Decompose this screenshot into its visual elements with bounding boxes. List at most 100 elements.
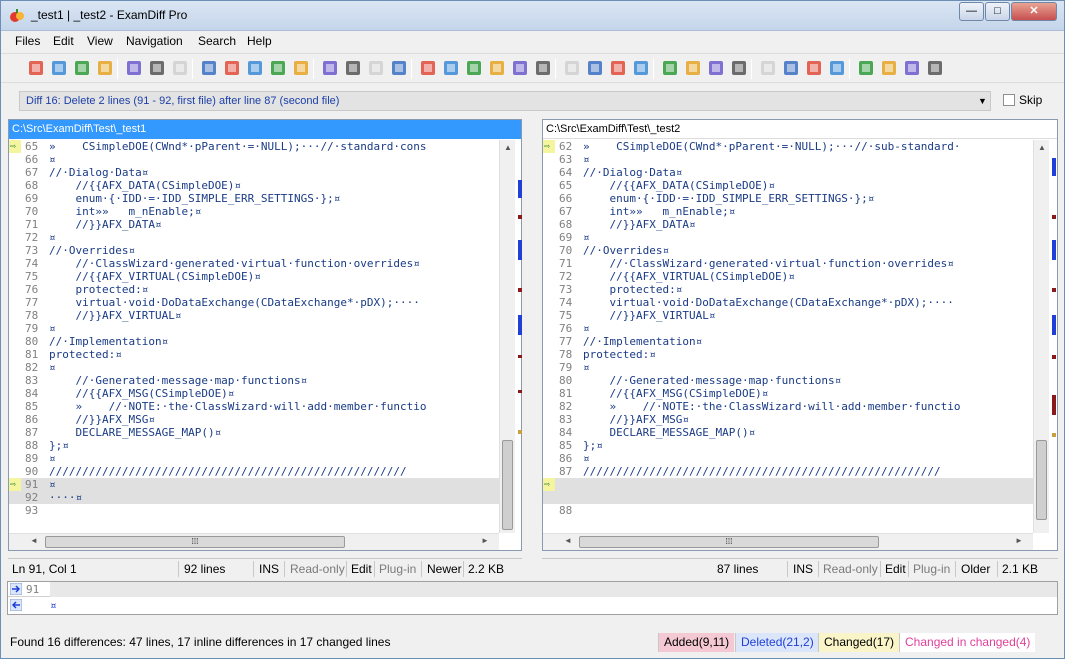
right-readonly-status[interactable]: Read-only: [823, 562, 878, 576]
code-line[interactable]: ⇨ 65 » CSimpleDOE(CWnd*·pParent·=·NULL);··…: [9, 140, 499, 153]
diff-marker-arrow-icon[interactable]: ⇨: [9, 478, 21, 491]
diff-marker-arrow-icon[interactable]: ⇨: [543, 140, 555, 153]
code-line[interactable]: 63 ¤: [543, 153, 1033, 166]
word-wrap-icon[interactable]: [759, 59, 777, 77]
save-right-icon[interactable]: [148, 59, 166, 77]
save-all-icon[interactable]: [171, 59, 189, 77]
code-line[interactable]: 69 enum·{·IDD·=·IDD_SIMPLE_ERR_SETTINGS·…: [9, 192, 499, 205]
diff-dropdown-button[interactable]: ▼: [975, 92, 990, 110]
code-line[interactable]: 82 ¤: [9, 361, 499, 374]
code-line[interactable]: 89 ¤: [9, 452, 499, 465]
report-icon[interactable]: [857, 59, 875, 77]
settings-icon[interactable]: [805, 59, 823, 77]
code-line[interactable]: 73 //·Overrides¤: [9, 244, 499, 257]
plugins-icon[interactable]: [782, 59, 800, 77]
code-line[interactable]: 76 protected:¤: [9, 283, 499, 296]
right-plugin-status[interactable]: Plug-in: [913, 562, 950, 576]
menu-help[interactable]: Help: [247, 34, 272, 48]
code-line[interactable]: 74 //·ClassWizard·generated·virtual·func…: [9, 257, 499, 270]
sync-scroll-icon[interactable]: [563, 59, 581, 77]
code-line[interactable]: 64 //·Dialog·Data¤: [543, 166, 1033, 179]
maximize-button[interactable]: □: [985, 2, 1010, 21]
right-diff-overview[interactable]: [1052, 140, 1056, 533]
code-line[interactable]: 90 //////////////////////////////////////…: [9, 465, 499, 478]
code-line[interactable]: 72 //{{AFX_VIRTUAL(CSimpleDOE)¤: [543, 270, 1033, 283]
print-icon[interactable]: [269, 59, 287, 77]
code-line[interactable]: 87 DECLARE_MESSAGE_MAP()¤: [9, 426, 499, 439]
side-by-side-icon[interactable]: [488, 59, 506, 77]
code-line[interactable]: 74 virtual·void·DoDataExchange(CDataExch…: [543, 296, 1033, 309]
prev-arrow-icon[interactable]: [390, 59, 408, 77]
code-line[interactable]: 72 ¤: [9, 231, 499, 244]
code-line[interactable]: 66 ¤: [9, 153, 499, 166]
first-diff-icon[interactable]: [586, 59, 604, 77]
code-line[interactable]: 84 DECLARE_MESSAGE_MAP()¤: [543, 426, 1033, 439]
code-line[interactable]: 70 //·Overrides¤: [543, 244, 1033, 257]
code-line[interactable]: 83 //}}AFX_MSG¤: [543, 413, 1033, 426]
code-line[interactable]: 82 » //·NOTE:·the·ClassWizard·will·add·m…: [543, 400, 1033, 413]
export-icon[interactable]: [880, 59, 898, 77]
edit-left-icon[interactable]: [200, 59, 218, 77]
filter-icon[interactable]: [534, 59, 552, 77]
code-line[interactable]: 80 //·Generated·message·map·functions¤: [543, 374, 1033, 387]
right-file-pane[interactable]: C:\Src\ExamDiff\Test\_test2 ⇨ 62 » CSimple…: [542, 119, 1058, 551]
compare-icon[interactable]: [828, 59, 846, 77]
code-line[interactable]: 67 //·Dialog·Data¤: [9, 166, 499, 179]
code-line[interactable]: 92 ····¤: [9, 491, 499, 504]
code-line[interactable]: 79 ¤: [9, 322, 499, 335]
next-arrow-icon[interactable]: [367, 59, 385, 77]
code-line[interactable]: ⇨ 62 » CSimpleDOE(CWnd*·pParent·=·NULL);··…: [543, 140, 1033, 153]
code-line[interactable]: 71 //}}AFX_DATA¤: [9, 218, 499, 231]
close-button[interactable]: ✕: [1011, 2, 1057, 21]
menu-search[interactable]: Search: [198, 34, 236, 48]
highlight-icon[interactable]: [246, 59, 264, 77]
menu-edit[interactable]: Edit: [53, 34, 74, 48]
find-icon[interactable]: [661, 59, 679, 77]
code-line[interactable]: 78 protected:¤: [543, 348, 1033, 361]
code-line[interactable]: 80 //·Implementation¤: [9, 335, 499, 348]
code-line[interactable]: 75 //{{AFX_VIRTUAL(CSimpleDOE)¤: [9, 270, 499, 283]
horizontal-layout-icon[interactable]: [419, 59, 437, 77]
skip-checkbox[interactable]: [1003, 94, 1015, 106]
code-line[interactable]: 68 //}}AFX_DATA¤: [543, 218, 1033, 231]
code-line[interactable]: 70 int»» m_nEnable;¤: [9, 205, 499, 218]
swap-icon[interactable]: [73, 59, 91, 77]
diff-description[interactable]: Diff 16: Delete 2 lines (91 - 92, first …: [19, 91, 991, 111]
code-line[interactable]: 87 //////////////////////////////////////…: [543, 465, 1033, 478]
replace-icon[interactable]: [707, 59, 725, 77]
show-diffs-icon[interactable]: [511, 59, 529, 77]
reopen-icon[interactable]: [50, 59, 68, 77]
line-compare-pane[interactable]: 91 ¤: [7, 581, 1058, 615]
code-line[interactable]: 85 » //·NOTE:·the·ClassWizard·will·add·m…: [9, 400, 499, 413]
options-icon[interactable]: [730, 59, 748, 77]
code-line[interactable]: 77 virtual·void·DoDataExchange(CDataExch…: [9, 296, 499, 309]
left-readonly-status[interactable]: Read-only: [290, 562, 345, 576]
left-horizontal-scrollbar[interactable]: ◄ ⁞⁞⁞ ►: [9, 533, 499, 550]
open-icon[interactable]: [27, 59, 45, 77]
menu-view[interactable]: View: [87, 34, 113, 48]
current-diff-icon[interactable]: [609, 59, 627, 77]
left-diff-overview[interactable]: [518, 140, 522, 533]
code-line[interactable]: 73 protected:¤: [543, 283, 1033, 296]
added-legend[interactable]: Added(9,11): [658, 633, 735, 652]
code-line[interactable]: 84 //{{AFX_MSG(CSimpleDOE)¤: [9, 387, 499, 400]
code-line[interactable]: ⇨ 91 ¤: [9, 478, 499, 491]
redo-icon[interactable]: [344, 59, 362, 77]
right-horizontal-scrollbar[interactable]: ◄ ⁞⁞⁞ ►: [543, 533, 1033, 550]
code-line[interactable]: 75 //}}AFX_VIRTUAL¤: [543, 309, 1033, 322]
single-pane-icon[interactable]: [442, 59, 460, 77]
changed-legend[interactable]: Changed(17): [818, 633, 900, 652]
folder-icon[interactable]: [96, 59, 114, 77]
find-next-icon[interactable]: [684, 59, 702, 77]
changed-in-changed-legend[interactable]: Changed in changed(4): [899, 633, 1036, 652]
code-line[interactable]: 88};¤: [9, 439, 499, 452]
edit-right-icon[interactable]: [223, 59, 241, 77]
diff-marker-arrow-icon[interactable]: ⇨: [543, 478, 555, 491]
print-preview-icon[interactable]: [292, 59, 310, 77]
copy-to-right-icon[interactable]: [926, 59, 944, 77]
menu-files[interactable]: Files: [15, 34, 40, 48]
code-line[interactable]: 81 protected:¤: [9, 348, 499, 361]
code-line[interactable]: 93: [9, 504, 499, 517]
code-line[interactable]: 85};¤: [543, 439, 1033, 452]
menu-navigation[interactable]: Navigation: [126, 34, 183, 48]
